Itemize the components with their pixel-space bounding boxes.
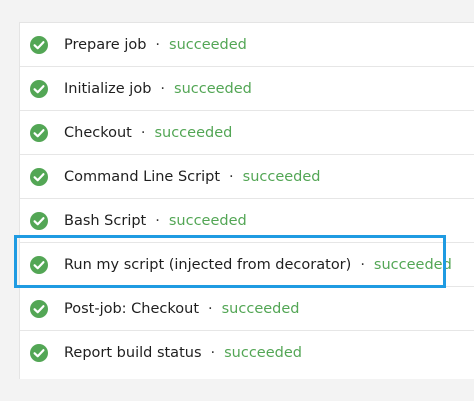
step-name: Initialize job: [64, 81, 152, 97]
step-name: Prepare job: [64, 37, 147, 53]
step-separator: ·: [210, 345, 216, 361]
step-checkout[interactable]: Checkout · succeeded: [20, 111, 474, 155]
step-status: succeeded: [373, 257, 452, 273]
step-separator: ·: [208, 301, 213, 317]
step-name: Report build status: [64, 345, 202, 361]
check-circle-icon: [30, 36, 48, 54]
step-status: succeeded: [174, 81, 252, 97]
step-bash-script[interactable]: Bash Script · succeeded: [20, 199, 474, 243]
job-steps-list: Prepare job · succeeded Initialize job · suc…: [19, 22, 474, 379]
step-run-my-script[interactable]: Run my script (injected from decorator) ·…: [20, 243, 474, 287]
step-command-line-script[interactable]: Command Line Script · succeeded: [20, 155, 474, 199]
check-circle-icon: [30, 124, 48, 142]
step-separator: ·: [155, 213, 160, 229]
check-circle-icon: [30, 256, 48, 274]
step-name: Checkout: [64, 125, 132, 141]
step-name: Bash Script: [64, 213, 147, 229]
check-circle-icon: [30, 344, 48, 362]
step-separator: ·: [155, 37, 161, 53]
step-status: succeeded: [168, 213, 247, 229]
step-status: succeeded: [169, 37, 247, 53]
check-circle-icon: [30, 168, 48, 186]
step-separator: ·: [160, 81, 166, 97]
step-post-job-checkout[interactable]: Post-job: Checkout · succeeded: [20, 287, 474, 331]
step-prepare-job[interactable]: Prepare job · succeeded: [20, 23, 474, 67]
step-status: succeeded: [242, 169, 321, 185]
step-name: Post-job: Checkout: [64, 301, 200, 317]
step-separator: ·: [140, 125, 146, 141]
step-separator: ·: [229, 169, 234, 185]
step-name: Command Line Script: [64, 169, 221, 185]
check-circle-icon: [30, 300, 48, 318]
step-initialize-job[interactable]: Initialize job · succeeded: [20, 67, 474, 111]
check-circle-icon: [30, 212, 48, 230]
step-status: succeeded: [224, 345, 302, 361]
step-separator: ·: [360, 257, 365, 273]
check-circle-icon: [30, 80, 48, 98]
step-report-build-status[interactable]: Report build status · succeeded: [20, 331, 474, 375]
step-status: succeeded: [221, 301, 300, 317]
step-status: succeeded: [154, 125, 233, 141]
step-name: Run my script (injected from decorator): [64, 257, 352, 273]
